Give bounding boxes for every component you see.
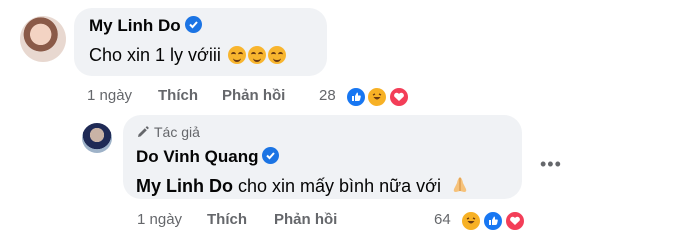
smiling-face-emoji-icon	[267, 46, 286, 64]
smiling-face-emoji-icon	[227, 46, 246, 64]
love-reaction-icon[interactable]	[504, 210, 526, 232]
reply-text: My Linh Do cho xin mấy bình nữa với	[136, 175, 470, 197]
avatar[interactable]	[82, 123, 112, 153]
reply-time[interactable]: 1 ngày	[137, 211, 182, 228]
comment-body: Cho xin 1 ly vớiii	[89, 45, 221, 65]
haha-reaction-icon[interactable]	[460, 210, 482, 232]
reaction-count[interactable]: 64	[434, 211, 451, 228]
pencil-icon	[138, 126, 149, 137]
reaction-count[interactable]: 28	[319, 87, 336, 104]
verified-badge-icon	[262, 147, 280, 164]
reply-author[interactable]: Do Vinh Quang	[136, 147, 280, 167]
mention-link[interactable]: My Linh Do	[136, 176, 233, 196]
comment-time[interactable]: 1 ngày	[87, 87, 132, 104]
more-options-button[interactable]: •••	[540, 154, 562, 175]
like-button[interactable]: Thích	[207, 211, 247, 228]
like-reaction-icon[interactable]	[482, 210, 504, 232]
reply-body: cho xin mấy bình nữa với	[233, 176, 441, 196]
smiling-face-emoji-icon	[247, 46, 266, 64]
like-reaction-icon[interactable]	[345, 86, 367, 108]
author-name[interactable]: My Linh Do	[89, 16, 181, 35]
folded-hands-emoji-icon	[450, 175, 470, 195]
haha-reaction-icon[interactable]	[366, 86, 388, 108]
reply-button[interactable]: Phản hồi	[274, 211, 337, 228]
like-button[interactable]: Thích	[158, 87, 198, 104]
author-name[interactable]: Do Vinh Quang	[136, 147, 258, 166]
comment-text: Cho xin 1 ly vớiii	[89, 45, 286, 66]
author-badge-label: Tác giả	[154, 124, 200, 140]
love-reaction-icon[interactable]	[388, 86, 410, 108]
author-badge: Tác giả	[136, 124, 200, 140]
avatar[interactable]	[20, 16, 66, 62]
verified-badge-icon	[184, 16, 202, 33]
reply-button[interactable]: Phản hồi	[222, 87, 285, 104]
comment-author[interactable]: My Linh Do	[89, 16, 202, 36]
